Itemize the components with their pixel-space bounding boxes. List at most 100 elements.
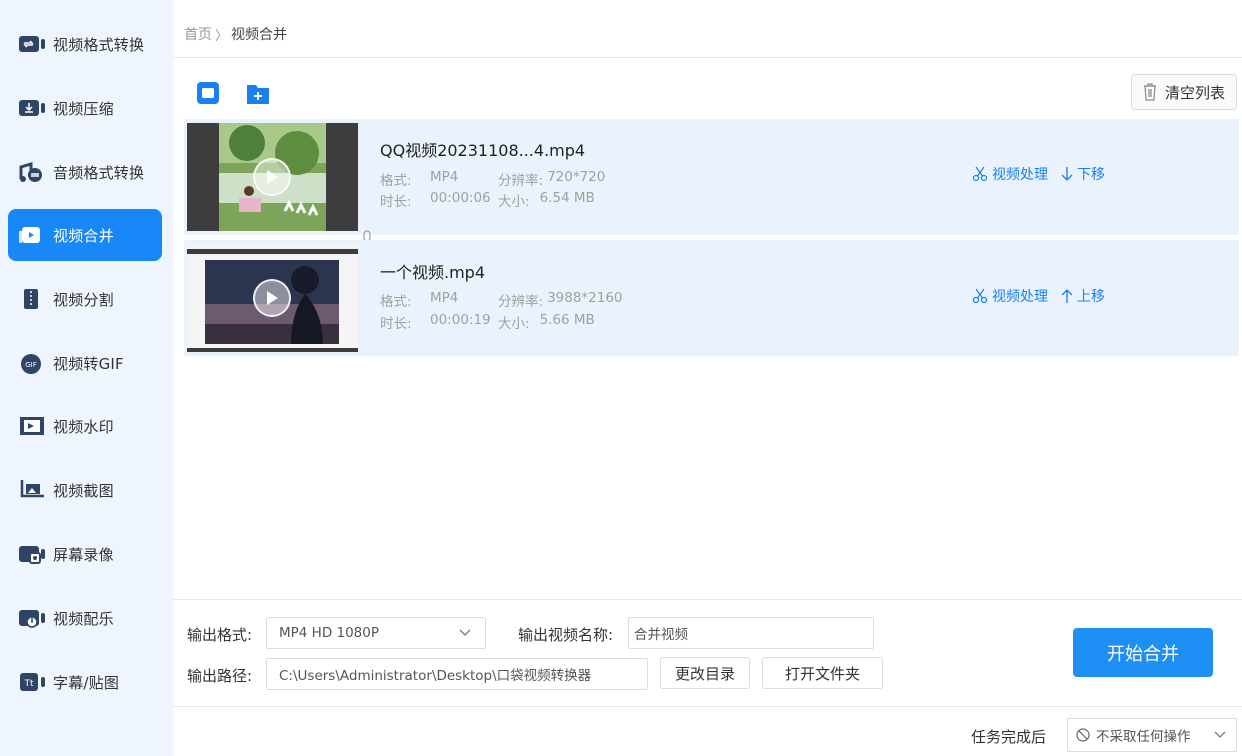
ban-icon — [1076, 728, 1090, 742]
play-icon[interactable] — [253, 158, 291, 196]
sidebar-item-label: 音频格式转换 — [53, 163, 145, 182]
sidebar-item-label: 视频水印 — [53, 417, 114, 436]
sidebar-item-label: 视频截图 — [53, 481, 114, 500]
video-convert-icon — [18, 33, 50, 55]
duration-label: 时长: — [380, 194, 412, 210]
screenshot-icon — [18, 479, 50, 501]
add-folder-icon — [247, 85, 269, 104]
duration-label: 时长: — [380, 316, 412, 332]
sidebar-item-label: 视频分割 — [53, 290, 114, 309]
move-down-label: 下移 — [1077, 167, 1105, 183]
file-meta-line2: 时长: 00:00:06 大小: 6.54 MB — [380, 190, 595, 210]
file-row[interactable]: QQ视频20231108...4.mp4 格式: MP4 分辨率: 720*72… — [184, 119, 1239, 235]
scissors-icon — [972, 288, 988, 304]
add-file-button[interactable] — [196, 81, 220, 105]
sidebar-item-label: 视频合并 — [53, 226, 114, 245]
sidebar-item-label: 视频格式转换 — [53, 35, 145, 54]
breadcrumb-current: 视频合并 — [231, 27, 288, 43]
format-value: MP4 — [430, 290, 459, 306]
sidebar-item-subtitle[interactable]: Tt 字幕/贴图 — [8, 656, 162, 708]
output-path-label: 输出路径: — [187, 667, 253, 685]
audio-convert-icon — [18, 161, 50, 183]
move-up-button[interactable]: 上移 — [1061, 286, 1105, 306]
video-split-icon — [18, 288, 50, 310]
video-process-label: 视频处理 — [992, 289, 1048, 305]
sidebar-item-video-gif[interactable]: GIF 视频转GIF — [8, 337, 162, 389]
output-name-value: 合并视频 — [634, 627, 688, 643]
breadcrumb-home[interactable]: 首页 — [184, 24, 212, 44]
trash-icon — [1143, 83, 1156, 101]
breadcrumb: 首页 〉 视频合并 — [184, 24, 287, 44]
divider — [173, 57, 1242, 58]
sidebar-item-audio-convert[interactable]: 音频格式转换 — [8, 146, 162, 198]
output-format-label: 输出格式: — [187, 626, 253, 644]
video-merge-icon — [18, 224, 50, 246]
output-name-input[interactable]: 合并视频 — [628, 617, 874, 649]
sidebar-item-video-split[interactable]: 视频分割 — [8, 273, 162, 325]
file-name: 一个视频.mp4 — [380, 263, 486, 282]
subtitle-icon: Tt — [18, 671, 50, 693]
open-folder-button[interactable]: 打开文件夹 — [762, 657, 883, 689]
change-dir-button[interactable]: 更改目录 — [660, 657, 750, 689]
after-task-value: 不采取任何操作 — [1096, 729, 1191, 745]
sidebar-item-video-music[interactable]: 视频配乐 — [8, 592, 162, 644]
music-icon — [18, 607, 50, 629]
play-icon[interactable] — [253, 279, 291, 317]
clear-list-button[interactable]: 清空列表 — [1131, 74, 1237, 110]
file-meta-line2: 时长: 00:00:19 大小: 5.66 MB — [380, 312, 595, 332]
format-label: 格式: — [380, 173, 412, 189]
size-value: 6.54 MB — [539, 190, 595, 206]
resolution-value: 720*720 — [547, 169, 606, 185]
format-value: MP4 — [430, 169, 459, 185]
file-meta-line1: 格式: MP4 分辨率: 3988*2160 — [380, 290, 623, 310]
chevron-down-icon — [1214, 731, 1226, 738]
sidebar-item-screen-record[interactable]: 屏幕录像 — [8, 528, 162, 580]
size-label: 大小: — [498, 194, 530, 210]
sidebar-item-label: 字幕/贴图 — [53, 673, 120, 692]
video-process-button[interactable]: 视频处理 — [972, 286, 1048, 306]
resolution-label: 分辨率: — [498, 294, 544, 310]
output-path-value: C:\Users\Administrator\Desktop\口袋视频转换器 — [279, 668, 592, 684]
add-folder-button[interactable] — [246, 81, 270, 105]
size-label: 大小: — [498, 316, 530, 332]
divider — [173, 599, 1242, 600]
sidebar-item-label: 视频压缩 — [53, 99, 114, 118]
resolution-label: 分辨率: — [498, 173, 544, 189]
video-thumbnail[interactable] — [187, 244, 358, 352]
video-thumbnail[interactable] — [187, 123, 358, 231]
clear-list-label: 清空列表 — [1164, 83, 1225, 102]
duration-value: 00:00:06 — [430, 190, 491, 206]
size-value: 5.66 MB — [539, 312, 595, 328]
sidebar-item-video-merge[interactable]: 视频合并 — [8, 209, 162, 261]
after-task-select[interactable]: 不采取任何操作 — [1067, 718, 1237, 752]
video-process-button[interactable]: 视频处理 — [972, 164, 1048, 184]
breadcrumb-separator: 〉 — [215, 28, 229, 44]
arrow-up-icon — [1061, 289, 1073, 303]
chevron-down-icon — [459, 629, 471, 636]
after-task-label: 任务完成后 — [971, 728, 1047, 746]
start-merge-button[interactable]: 开始合并 — [1073, 628, 1213, 677]
sidebar-item-video-compress[interactable]: 视频压缩 — [8, 82, 162, 134]
sidebar-item-video-watermark[interactable]: 视频水印 — [8, 400, 162, 452]
video-process-label: 视频处理 — [992, 167, 1048, 183]
format-label: 格式: — [380, 294, 412, 310]
output-format-value: MP4 HD 1080P — [279, 625, 380, 641]
sidebar-item-video-convert[interactable]: 视频格式转换 — [8, 18, 162, 70]
screen-record-icon — [18, 543, 50, 565]
file-meta-line1: 格式: MP4 分辨率: 720*720 — [380, 169, 605, 189]
duration-value: 00:00:19 — [430, 312, 491, 328]
sidebar-item-label: 视频配乐 — [53, 609, 114, 628]
output-path-input[interactable]: C:\Users\Administrator\Desktop\口袋视频转换器 — [266, 658, 648, 690]
video-compress-icon — [18, 97, 50, 119]
scissors-icon — [972, 166, 988, 182]
output-format-select[interactable]: MP4 HD 1080P — [266, 617, 486, 649]
file-row[interactable]: 一个视频.mp4 格式: MP4 分辨率: 3988*2160 时长: 00:0… — [184, 240, 1239, 356]
sidebar-item-video-screenshot[interactable]: 视频截图 — [8, 464, 162, 516]
move-up-label: 上移 — [1077, 289, 1105, 305]
resolution-value: 3988*2160 — [547, 290, 623, 306]
svg-text:GIF: GIF — [25, 361, 37, 369]
gif-icon: GIF — [18, 352, 50, 374]
sidebar-item-label: 视频转GIF — [53, 354, 124, 373]
move-down-button[interactable]: 下移 — [1061, 164, 1105, 184]
arrow-down-icon — [1061, 167, 1073, 181]
